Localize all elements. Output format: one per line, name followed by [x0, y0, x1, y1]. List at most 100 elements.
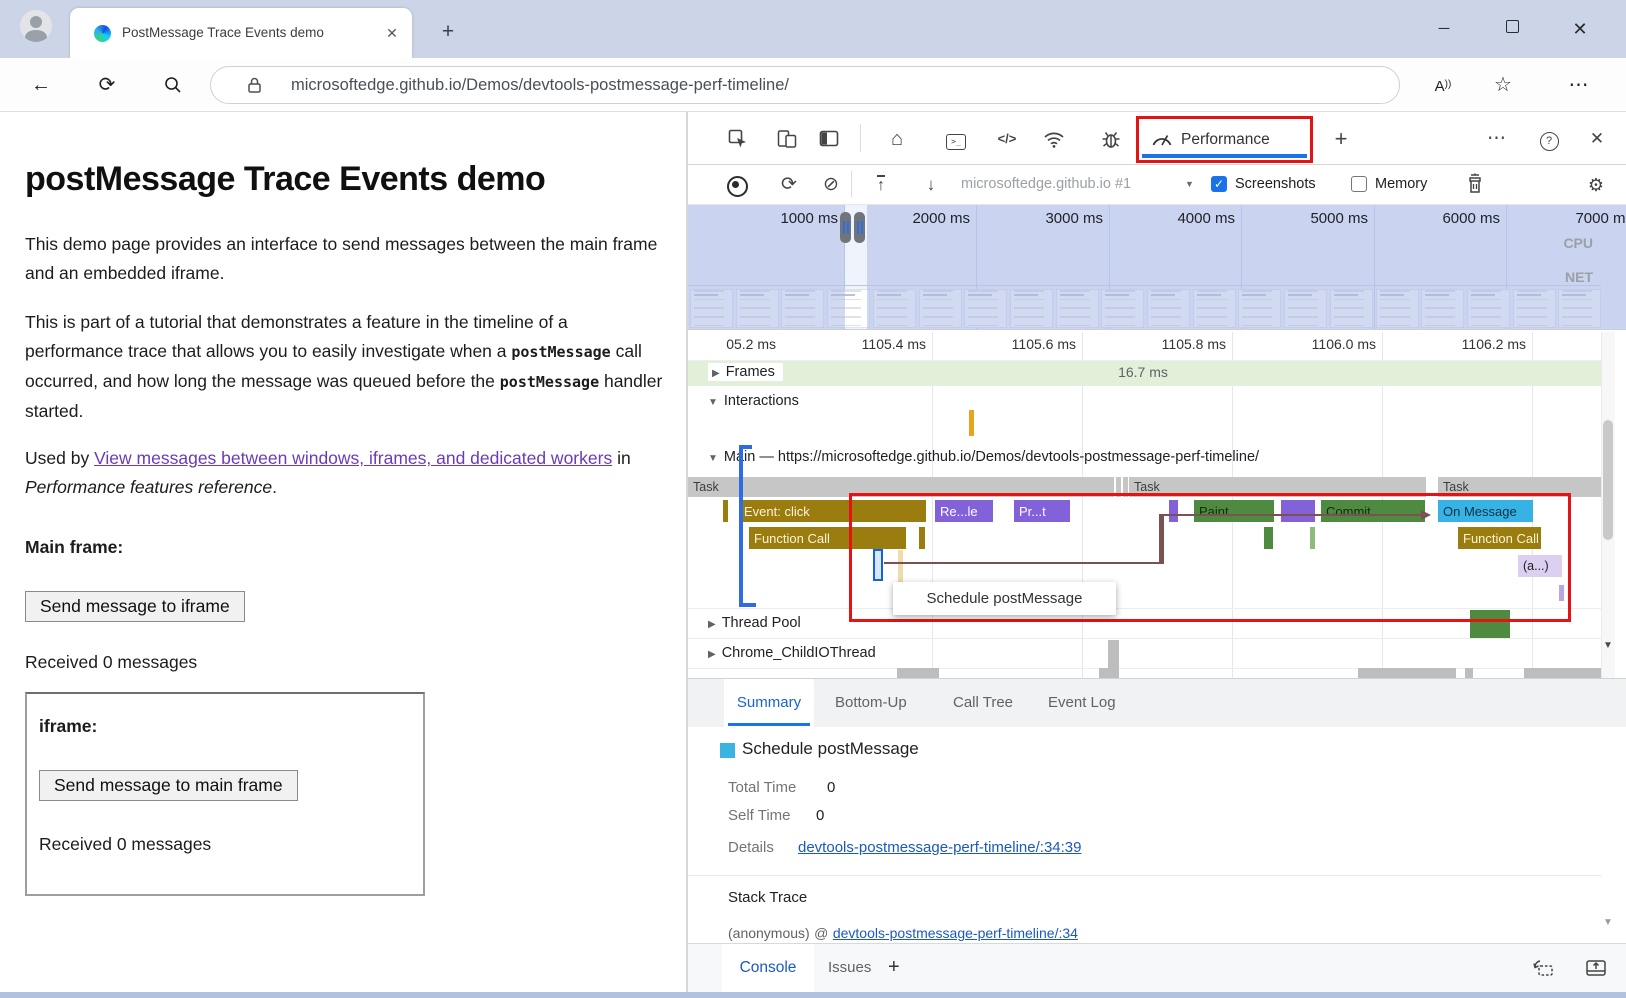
- flame-bar[interactable]: [919, 527, 925, 549]
- flame-bar[interactable]: [1310, 527, 1315, 549]
- flame-bar[interactable]: [1281, 500, 1315, 522]
- drawer-tab-issues[interactable]: Issues: [828, 944, 871, 992]
- flame-bar-paint[interactable]: Paint: [1194, 500, 1274, 522]
- chrome-childiothread-track-toggle[interactable]: ▶Chrome_ChildIOThread: [708, 644, 876, 662]
- console-drawer: Console Issues +: [688, 943, 1626, 992]
- flame-bar[interactable]: [1358, 668, 1456, 678]
- flame-bar[interactable]: [1099, 668, 1119, 678]
- devtools-help-button[interactable]: ?: [1534, 124, 1564, 154]
- flame-bar[interactable]: [1264, 527, 1273, 549]
- timeline-overview[interactable]: 1000 ms2000 ms3000 ms4000 ms5000 ms6000 …: [688, 205, 1626, 330]
- selected-schedule-postmessage-event[interactable]: [873, 549, 883, 581]
- device-emulation-button[interactable]: [772, 124, 802, 154]
- flame-bar[interactable]: [1116, 477, 1121, 497]
- flame-bar[interactable]: [969, 410, 974, 436]
- flame-bar[interactable]: [1169, 500, 1178, 522]
- drawer-expand-button[interactable]: [1584, 957, 1608, 979]
- flame-bar[interactable]: [1123, 477, 1128, 497]
- flame-bar[interactable]: [1470, 610, 1510, 638]
- flame-bar[interactable]: [1559, 585, 1564, 601]
- tab-sources[interactable]: </>: [992, 124, 1022, 154]
- window-maximize-button[interactable]: [1492, 16, 1532, 42]
- profile-avatar[interactable]: [20, 10, 52, 42]
- flame-bar[interactable]: [897, 668, 939, 678]
- inspect-element-button[interactable]: [723, 124, 753, 154]
- profile-dropdown-caret-icon[interactable]: ▼: [1185, 179, 1194, 189]
- tab-console[interactable]: >_: [941, 124, 971, 154]
- tab-summary[interactable]: Summary: [724, 679, 814, 727]
- flame-bar-task[interactable]: Task: [688, 477, 1114, 497]
- timeline-detail[interactable]: 05.2 ms1105.4 ms1105.6 ms1105.8 ms1106.0…: [688, 332, 1626, 678]
- browser-tab[interactable]: PostMessage Trace Events demo ✕: [70, 8, 412, 58]
- flame-bar-function-call[interactable]: Function Call: [749, 527, 906, 549]
- flame-bar-event-click[interactable]: Event: click: [739, 500, 926, 522]
- main-frame-label: Main frame:: [25, 533, 670, 562]
- collect-garbage-button[interactable]: [1464, 172, 1486, 196]
- window-close-button[interactable]: ✕: [1560, 16, 1600, 42]
- stack-frame-function: (anonymous): [728, 925, 810, 941]
- tab-network[interactable]: [1039, 124, 1069, 154]
- drawer-more-tools-button[interactable]: +: [888, 956, 900, 979]
- details-source-link[interactable]: devtools-postmessage-perf-timeline/:34:3…: [798, 839, 1081, 856]
- clear-recording-button[interactable]: ⊘: [816, 170, 846, 200]
- tab-event-log[interactable]: Event Log: [1048, 679, 1116, 727]
- settings-more-button[interactable]: ⋯: [1566, 72, 1592, 98]
- window-minimize-button[interactable]: ─: [1424, 16, 1464, 42]
- flame-bar[interactable]: [1108, 640, 1119, 668]
- interactions-track-toggle[interactable]: ▼Interactions: [708, 392, 799, 410]
- detail-tick-label: 05.2 ms: [688, 336, 776, 354]
- flame-scroll-down-icon[interactable]: ▼: [1601, 638, 1615, 654]
- search-button[interactable]: [160, 72, 186, 98]
- drawer-tab-console[interactable]: Console: [722, 944, 814, 992]
- flame-bar[interactable]: [1524, 668, 1601, 678]
- send-message-to-main-frame-button[interactable]: Send message to main frame: [39, 770, 298, 801]
- flame-bar-task[interactable]: Task: [1438, 477, 1601, 497]
- address-bar[interactable]: microsoftedge.github.io/Demos/devtools-p…: [210, 66, 1400, 104]
- flame-scrollbar-thumb[interactable]: [1603, 420, 1613, 540]
- flame-bar-commit[interactable]: Commit: [1321, 500, 1425, 522]
- flame-bar-function-call[interactable]: Function Call: [1458, 527, 1541, 549]
- flame-bar-on-message[interactable]: On Message: [1438, 500, 1533, 522]
- profile-origin-label[interactable]: microsoftedge.github.io #1: [961, 176, 1131, 192]
- record-button[interactable]: [727, 173, 748, 199]
- summary-scroll-down-icon[interactable]: ▼: [1601, 917, 1615, 928]
- devtools-more-button[interactable]: ⋯: [1482, 124, 1512, 154]
- flame-bar[interactable]: [723, 500, 728, 522]
- reload-and-record-button[interactable]: ⟳: [774, 170, 804, 200]
- drawer-dock-button[interactable]: [1531, 957, 1555, 979]
- refresh-button[interactable]: ⟳: [94, 72, 120, 98]
- flame-bar--a-[interactable]: (a...): [1518, 555, 1562, 577]
- flame-bar[interactable]: [1465, 668, 1473, 678]
- read-aloud-button[interactable]: A)): [1430, 72, 1456, 98]
- flame-bar-task[interactable]: Task: [1129, 477, 1426, 497]
- back-button[interactable]: ←: [28, 72, 54, 98]
- screenshots-checkbox[interactable]: ✓: [1211, 176, 1227, 192]
- cpu-track-label: CPU: [1523, 235, 1593, 251]
- save-profile-button[interactable]: ↓: [916, 170, 946, 200]
- favorites-star-button[interactable]: ☆: [1490, 72, 1516, 98]
- selection-handle-right[interactable]: [854, 212, 865, 243]
- tab-close-icon[interactable]: ✕: [382, 23, 402, 43]
- memory-checkbox[interactable]: [1351, 176, 1367, 192]
- frames-track-toggle[interactable]: ▶Frames: [708, 363, 783, 381]
- frames-track[interactable]: ▶Frames 16.7 ms: [688, 360, 1601, 386]
- dock-side-button[interactable]: [814, 124, 844, 154]
- tab-bottom-up[interactable]: Bottom-Up: [835, 679, 907, 727]
- tab-performance[interactable]: Performance: [1136, 116, 1313, 163]
- tab-call-tree[interactable]: Call Tree: [953, 679, 1013, 727]
- flame-bar-pr-t[interactable]: Pr...t: [1014, 500, 1070, 522]
- load-profile-button[interactable]: ↑: [866, 170, 896, 200]
- selection-handle-left[interactable]: [840, 212, 851, 243]
- tutorial-link[interactable]: View messages between windows, iframes, …: [94, 448, 612, 468]
- tab-debugger[interactable]: [1096, 124, 1126, 154]
- more-tabs-button[interactable]: +: [1326, 124, 1356, 154]
- main-track-toggle[interactable]: ▼Main — https://microsoftedge.github.io/…: [708, 448, 1259, 466]
- new-tab-button[interactable]: +: [436, 20, 460, 44]
- performance-settings-gear-button[interactable]: ⚙: [1581, 170, 1611, 200]
- stack-frame-link[interactable]: devtools-postmessage-perf-timeline/:34: [833, 925, 1078, 941]
- send-message-to-iframe-button[interactable]: Send message to iframe: [25, 591, 245, 622]
- tab-home[interactable]: ⌂: [882, 124, 912, 154]
- devtools-close-button[interactable]: ✕: [1582, 124, 1612, 154]
- flame-bar-re-le[interactable]: Re...le: [935, 500, 993, 522]
- thread-pool-track-toggle[interactable]: ▶Thread Pool: [708, 614, 801, 632]
